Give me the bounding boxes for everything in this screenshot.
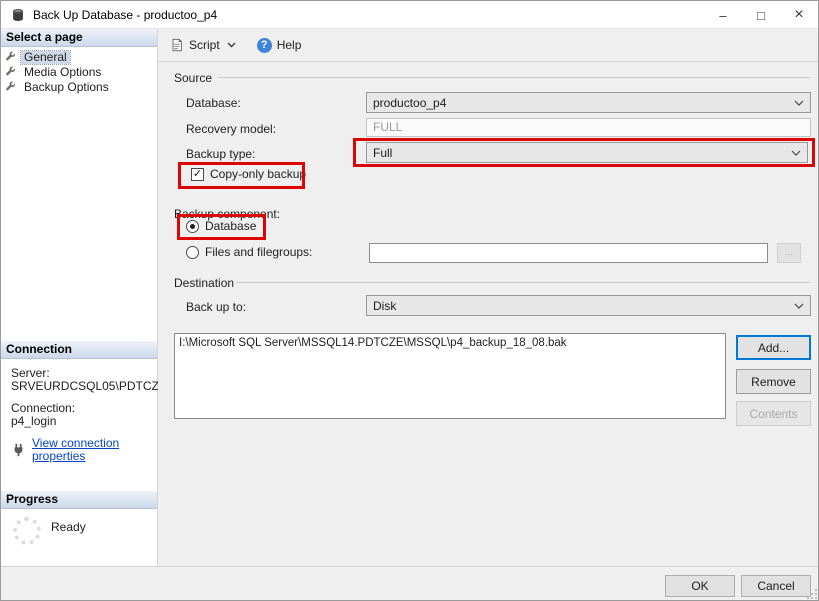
select-a-page-header: Select a page xyxy=(1,29,157,47)
connection-header: Connection xyxy=(1,341,157,359)
add-button[interactable]: Add... xyxy=(736,335,811,360)
resize-grip-icon[interactable] xyxy=(806,588,818,600)
progress-spinner-icon xyxy=(13,517,41,545)
title-bar: Back Up Database - productoo_p4 – □ × xyxy=(1,1,818,29)
wrench-icon xyxy=(5,81,17,93)
close-button[interactable]: × xyxy=(780,1,818,29)
backup-path-item[interactable]: I:\Microsoft SQL Server\MSSQL14.PDTCZE\M… xyxy=(179,336,721,350)
progress-section: Progress Ready xyxy=(1,491,157,545)
connection-value: p4_login xyxy=(11,415,157,428)
sidebar-item-label: General xyxy=(21,51,70,64)
unselected-radio-icon[interactable] xyxy=(186,246,199,259)
chevron-down-icon xyxy=(791,150,801,156)
copy-only-backup-option[interactable]: ✓ Copy-only backup xyxy=(191,167,306,181)
minimize-button[interactable]: – xyxy=(704,1,742,29)
database-icon xyxy=(11,8,25,22)
help-button[interactable]: ? Help xyxy=(253,33,306,57)
database-label: Database: xyxy=(186,96,241,110)
backup-database-dialog: Back Up Database - productoo_p4 – □ × Se… xyxy=(0,0,819,601)
cancel-button[interactable]: Cancel xyxy=(741,575,811,597)
backup-type-label: Backup type: xyxy=(186,147,255,161)
dialog-toolbar: Script ? Help xyxy=(158,29,819,62)
view-connection-properties-link[interactable]: View connection properties xyxy=(32,437,157,463)
browse-button[interactable]: ... xyxy=(777,243,801,263)
recovery-model-field: FULL xyxy=(366,118,811,137)
component-files-label: Files and filegroups: xyxy=(205,245,312,259)
sidebar-item-backup-options[interactable]: Backup Options xyxy=(5,80,157,94)
connection-properties-icon xyxy=(11,443,26,457)
backup-type-dropdown[interactable]: Full xyxy=(366,142,808,163)
checked-checkbox-icon[interactable]: ✓ xyxy=(191,168,204,181)
general-page-content: Source Database: productoo_p4 Recovery m… xyxy=(158,62,819,566)
backup-destination-list[interactable]: I:\Microsoft SQL Server\MSSQL14.PDTCZE\M… xyxy=(174,333,726,419)
component-database-label: Database xyxy=(205,219,256,233)
dialog-footer: OK Cancel xyxy=(1,566,819,601)
source-group-label: Source xyxy=(174,71,212,85)
wrench-icon xyxy=(5,66,17,78)
component-database-option[interactable]: Database xyxy=(186,219,256,233)
backup-type-dropdown-value: Full xyxy=(373,146,791,160)
ok-button[interactable]: OK xyxy=(665,575,735,597)
connection-section: Connection Server: SRVEURDCSQL05\PDTCZE … xyxy=(1,341,157,463)
sidebar-item-label: Media Options xyxy=(21,66,104,79)
progress-header: Progress xyxy=(1,491,157,509)
files-filegroups-input[interactable] xyxy=(369,243,768,263)
database-dropdown[interactable]: productoo_p4 xyxy=(366,92,811,113)
back-up-to-label: Back up to: xyxy=(186,300,246,314)
maximize-button[interactable]: □ xyxy=(742,1,780,29)
component-files-option[interactable]: Files and filegroups: xyxy=(186,245,312,259)
sidebar: Select a page General Media Options Back… xyxy=(1,29,158,566)
chevron-down-icon xyxy=(227,42,236,48)
help-label: Help xyxy=(277,38,302,52)
database-dropdown-value: productoo_p4 xyxy=(373,96,794,110)
destination-group-label: Destination xyxy=(174,276,234,290)
back-up-to-dropdown[interactable]: Disk xyxy=(366,295,811,316)
wrench-icon xyxy=(5,51,17,63)
help-icon: ? xyxy=(257,38,272,53)
back-up-to-dropdown-value: Disk xyxy=(373,299,794,313)
remove-button[interactable]: Remove xyxy=(736,369,811,394)
chevron-down-icon xyxy=(794,100,804,106)
script-label: Script xyxy=(189,38,220,52)
sidebar-item-general[interactable]: General xyxy=(5,50,157,64)
sidebar-item-media-options[interactable]: Media Options xyxy=(5,65,157,79)
progress-status: Ready xyxy=(51,520,86,534)
server-value: SRVEURDCSQL05\PDTCZE xyxy=(11,380,157,393)
sidebar-item-label: Backup Options xyxy=(21,81,112,94)
chevron-down-icon xyxy=(794,303,804,309)
contents-button: Contents xyxy=(736,401,811,426)
source-group-line xyxy=(218,77,810,78)
script-button[interactable]: Script xyxy=(166,33,245,57)
destination-group-line xyxy=(236,282,810,283)
copy-only-backup-label: Copy-only backup xyxy=(210,167,306,181)
recovery-model-label: Recovery model: xyxy=(186,122,276,136)
window-title: Back Up Database - productoo_p4 xyxy=(33,8,217,22)
selected-radio-icon[interactable] xyxy=(186,220,199,233)
script-icon xyxy=(170,38,184,52)
